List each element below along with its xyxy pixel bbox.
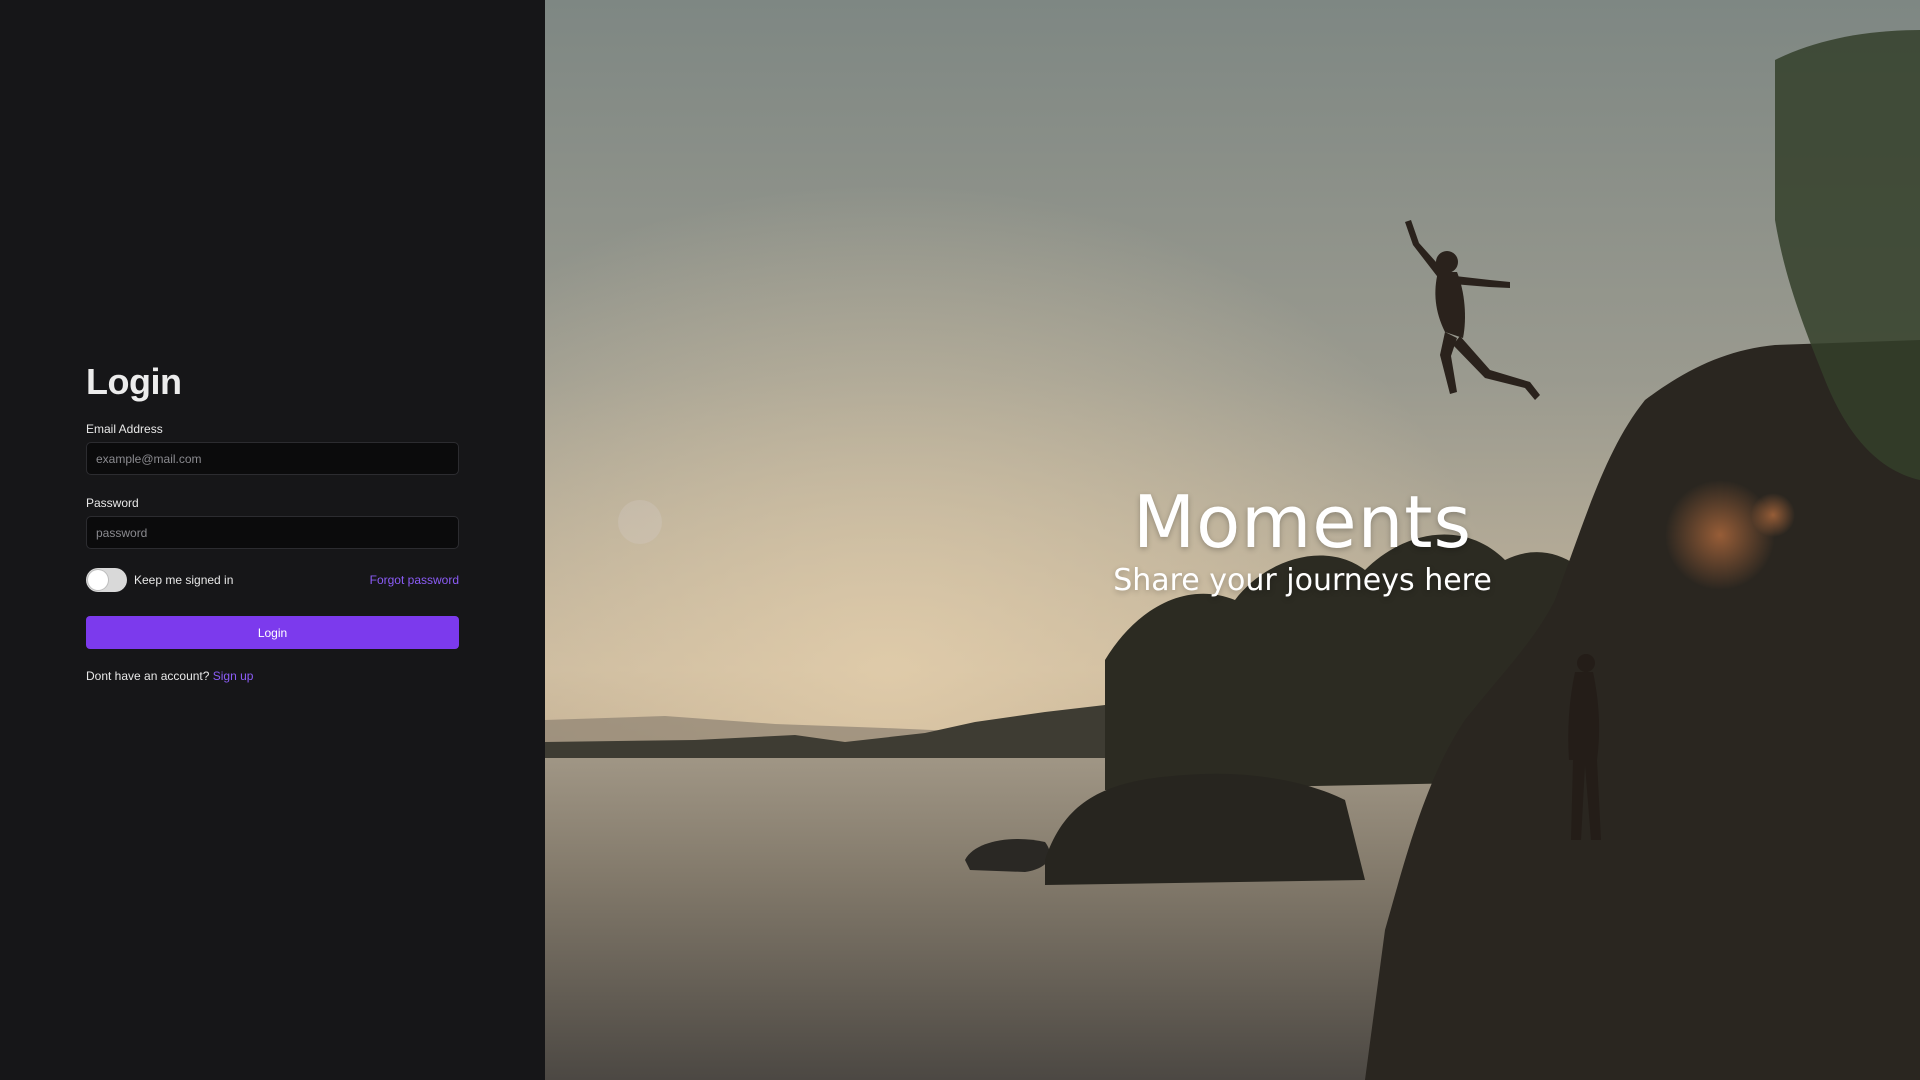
login-panel: Login Email Address Password Keep me sig… xyxy=(0,0,545,1080)
hero-text: Moments Share your journeys here xyxy=(545,480,1920,598)
hero-image: Moments Share your journeys here xyxy=(545,0,1920,1080)
login-button[interactable]: Login xyxy=(86,616,459,649)
login-form: Login Email Address Password Keep me sig… xyxy=(86,360,459,683)
keep-signed-in-toggle[interactable] xyxy=(86,568,127,592)
toggle-knob xyxy=(88,570,108,590)
login-options-row: Keep me signed in Forgot password xyxy=(86,568,459,592)
signup-link[interactable]: Sign up xyxy=(213,669,254,683)
keep-signed-in-label: Keep me signed in xyxy=(134,573,234,587)
signup-row: Dont have an account? Sign up xyxy=(86,669,459,683)
forgot-password-link[interactable]: Forgot password xyxy=(370,573,459,587)
hero-title: Moments xyxy=(1133,480,1472,564)
login-page: Login Email Address Password Keep me sig… xyxy=(0,0,1920,1080)
password-label: Password xyxy=(86,496,139,510)
hero-subtitle: Share your journeys here xyxy=(1113,563,1492,598)
page-title: Login xyxy=(86,361,182,402)
email-field[interactable] xyxy=(86,442,459,475)
password-field[interactable] xyxy=(86,516,459,549)
signup-prompt: Dont have an account? xyxy=(86,669,210,683)
keep-signed-in: Keep me signed in xyxy=(86,568,233,592)
email-label: Email Address xyxy=(86,422,163,436)
